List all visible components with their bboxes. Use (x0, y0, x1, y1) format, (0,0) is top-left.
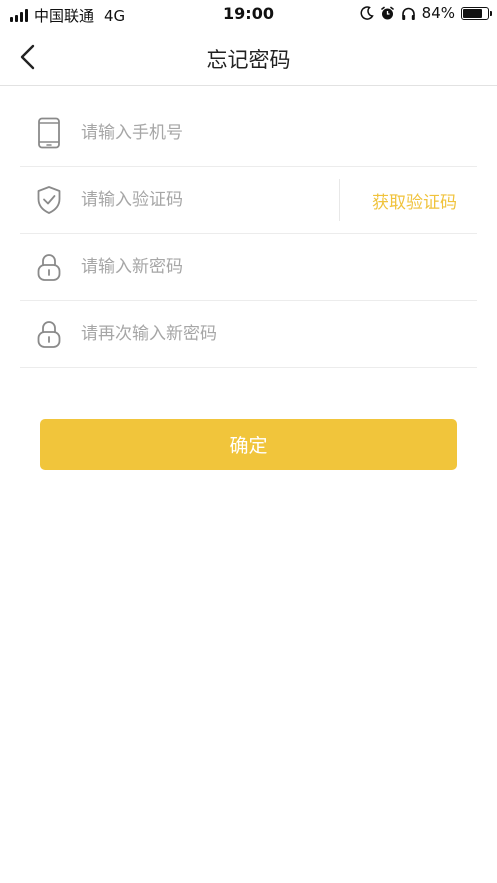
alarm-icon (380, 6, 394, 19)
battery-level (463, 8, 482, 18)
get-code-button[interactable]: 获取验证码 (372, 188, 457, 213)
confirm-password-field-row (20, 301, 477, 368)
battery-percent: 84% (421, 4, 455, 22)
battery-icon (461, 6, 492, 20)
confirm-button[interactable]: 确定 (40, 419, 457, 470)
moon-icon (360, 6, 374, 20)
verification-code-input[interactable] (79, 179, 339, 221)
code-field-row: 获取验证码 (20, 167, 477, 234)
phone-input[interactable] (79, 112, 477, 154)
nav-bar: 忘记密码 (0, 30, 497, 86)
new-password-field-row (20, 234, 477, 301)
phone-field-row (20, 100, 477, 167)
shield-check-icon (35, 184, 63, 216)
page-title: 忘记密码 (206, 48, 291, 72)
lock-icon (35, 318, 63, 350)
lock-icon (35, 251, 63, 283)
new-password-input[interactable] (79, 246, 477, 288)
status-bar: 中国联通 4G 19:00 84% (0, 0, 497, 30)
reset-password-form: 获取验证码 (20, 100, 477, 368)
code-divider (339, 179, 340, 221)
confirm-password-input[interactable] (79, 313, 477, 355)
phone-icon (35, 117, 63, 149)
headphones-icon (401, 7, 415, 20)
status-bar-right: 84% (360, 4, 492, 22)
